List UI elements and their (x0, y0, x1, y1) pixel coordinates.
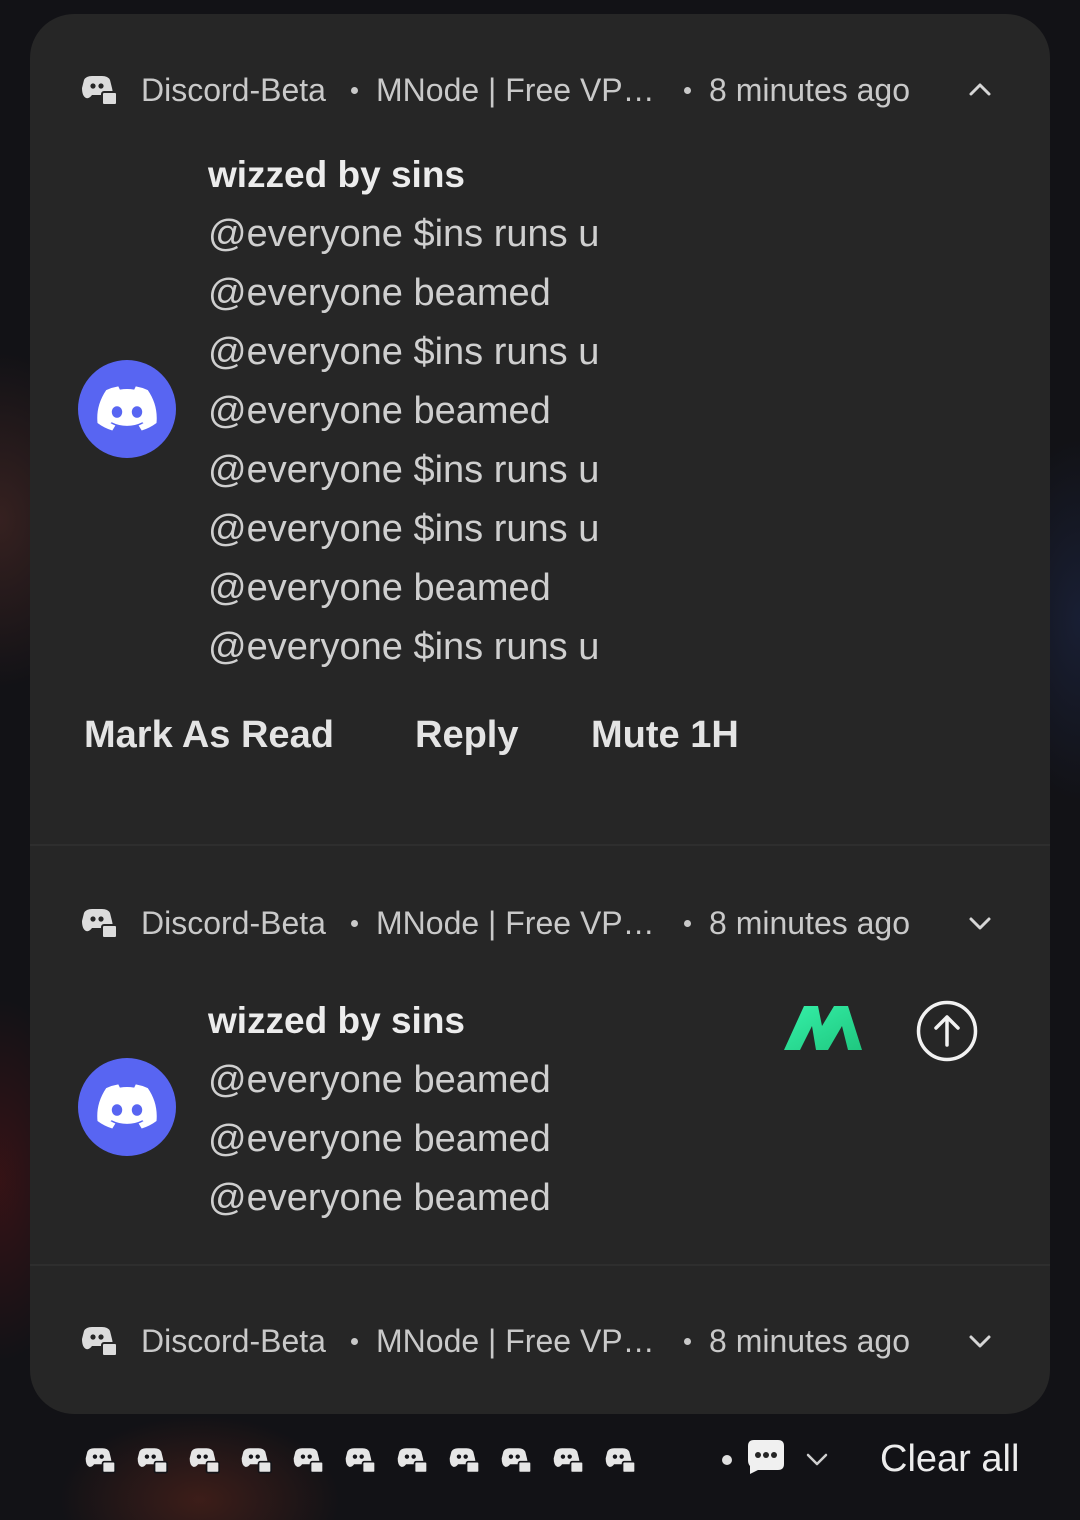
timestamp: 8 minutes ago (709, 905, 911, 941)
separator-dot (684, 920, 691, 927)
discord-logo-icon (97, 386, 157, 431)
separator-dot (722, 1455, 732, 1465)
message-line: @everyone beamed (208, 272, 551, 314)
message-line: @everyone $ins runs u (208, 449, 600, 491)
discord-app-icon (189, 1448, 220, 1474)
mark-as-read-button[interactable]: Mark As Read (84, 710, 334, 760)
notification-header: Discord-Beta MNode | Free VP… 8 minutes … (30, 1311, 1050, 1371)
notification-card[interactable]: Discord-Beta MNode | Free VP… 8 minutes … (30, 14, 1050, 844)
timestamp: 8 minutes ago (709, 1323, 911, 1359)
chat-bubble-dots-icon[interactable] (746, 1438, 786, 1474)
discord-app-icon (241, 1448, 272, 1474)
chevron-down-icon[interactable] (804, 1446, 830, 1472)
separator-dot (684, 1338, 691, 1345)
mute-1h-button[interactable]: Mute 1H (591, 710, 739, 760)
separator-dot (684, 87, 691, 94)
message-line: @everyone beamed (208, 1177, 551, 1219)
message-line: @everyone beamed (208, 1059, 551, 1101)
discord-app-icon (85, 1448, 116, 1474)
chevron-up-icon[interactable] (966, 76, 994, 104)
discord-app-icon (293, 1448, 324, 1474)
app-name: Discord-Beta (141, 1323, 326, 1359)
discord-avatar (78, 1058, 176, 1156)
notification-card[interactable]: Discord-Beta MNode | Free VP… 8 minutes … (30, 1266, 1050, 1414)
discord-app-icon (449, 1448, 480, 1474)
app-name: Discord-Beta (141, 72, 326, 108)
message-line: @everyone $ins runs u (208, 626, 600, 668)
discord-app-icon (82, 909, 118, 939)
mnode-logo-icon (784, 1006, 862, 1050)
app-name: Discord-Beta (141, 905, 326, 941)
timestamp: 8 minutes ago (709, 72, 911, 108)
discord-app-icon (501, 1448, 532, 1474)
discord-app-icon (397, 1448, 428, 1474)
message-line: @everyone $ins runs u (208, 331, 600, 373)
discord-avatar (78, 360, 176, 458)
message-line: @everyone $ins runs u (208, 213, 600, 255)
notification-panel: Discord-Beta MNode | Free VP… 8 minutes … (30, 14, 1050, 1414)
discord-app-icon (82, 1327, 118, 1357)
chevron-down-icon[interactable] (966, 1327, 994, 1355)
message-line: @everyone $ins runs u (208, 508, 600, 550)
discord-logo-icon (97, 1084, 157, 1129)
notification-shade-footer: Clear all (0, 1414, 1080, 1520)
message-line: @everyone beamed (208, 1118, 551, 1160)
separator-dot (351, 920, 358, 927)
arrow-up-circle-icon[interactable] (916, 1000, 978, 1062)
chevron-down-icon[interactable] (966, 909, 994, 937)
notification-title: wizzed by sins (208, 1000, 466, 1041)
channel-name: MNode | Free VP… (376, 1323, 655, 1359)
discord-app-icon (553, 1448, 584, 1474)
discord-app-icon (82, 76, 118, 106)
message-line: @everyone beamed (208, 567, 551, 609)
channel-name: MNode | Free VP… (376, 905, 655, 941)
notification-header: Discord-Beta MNode | Free VP… 8 minutes … (30, 60, 1050, 120)
clear-all-button[interactable]: Clear all (880, 1436, 1019, 1482)
message-line: @everyone beamed (208, 390, 551, 432)
notification-title: wizzed by sins (208, 154, 466, 195)
notification-header: Discord-Beta MNode | Free VP… 8 minutes … (30, 893, 1050, 953)
discord-app-icon (605, 1448, 636, 1474)
separator-dot (351, 87, 358, 94)
notification-card[interactable]: Discord-Beta MNode | Free VP… 8 minutes … (30, 846, 1050, 1264)
channel-name: MNode | Free VP… (376, 72, 655, 108)
separator-dot (351, 1338, 358, 1345)
discord-app-icon (137, 1448, 168, 1474)
reply-button[interactable]: Reply (415, 710, 518, 760)
discord-app-icon (345, 1448, 376, 1474)
